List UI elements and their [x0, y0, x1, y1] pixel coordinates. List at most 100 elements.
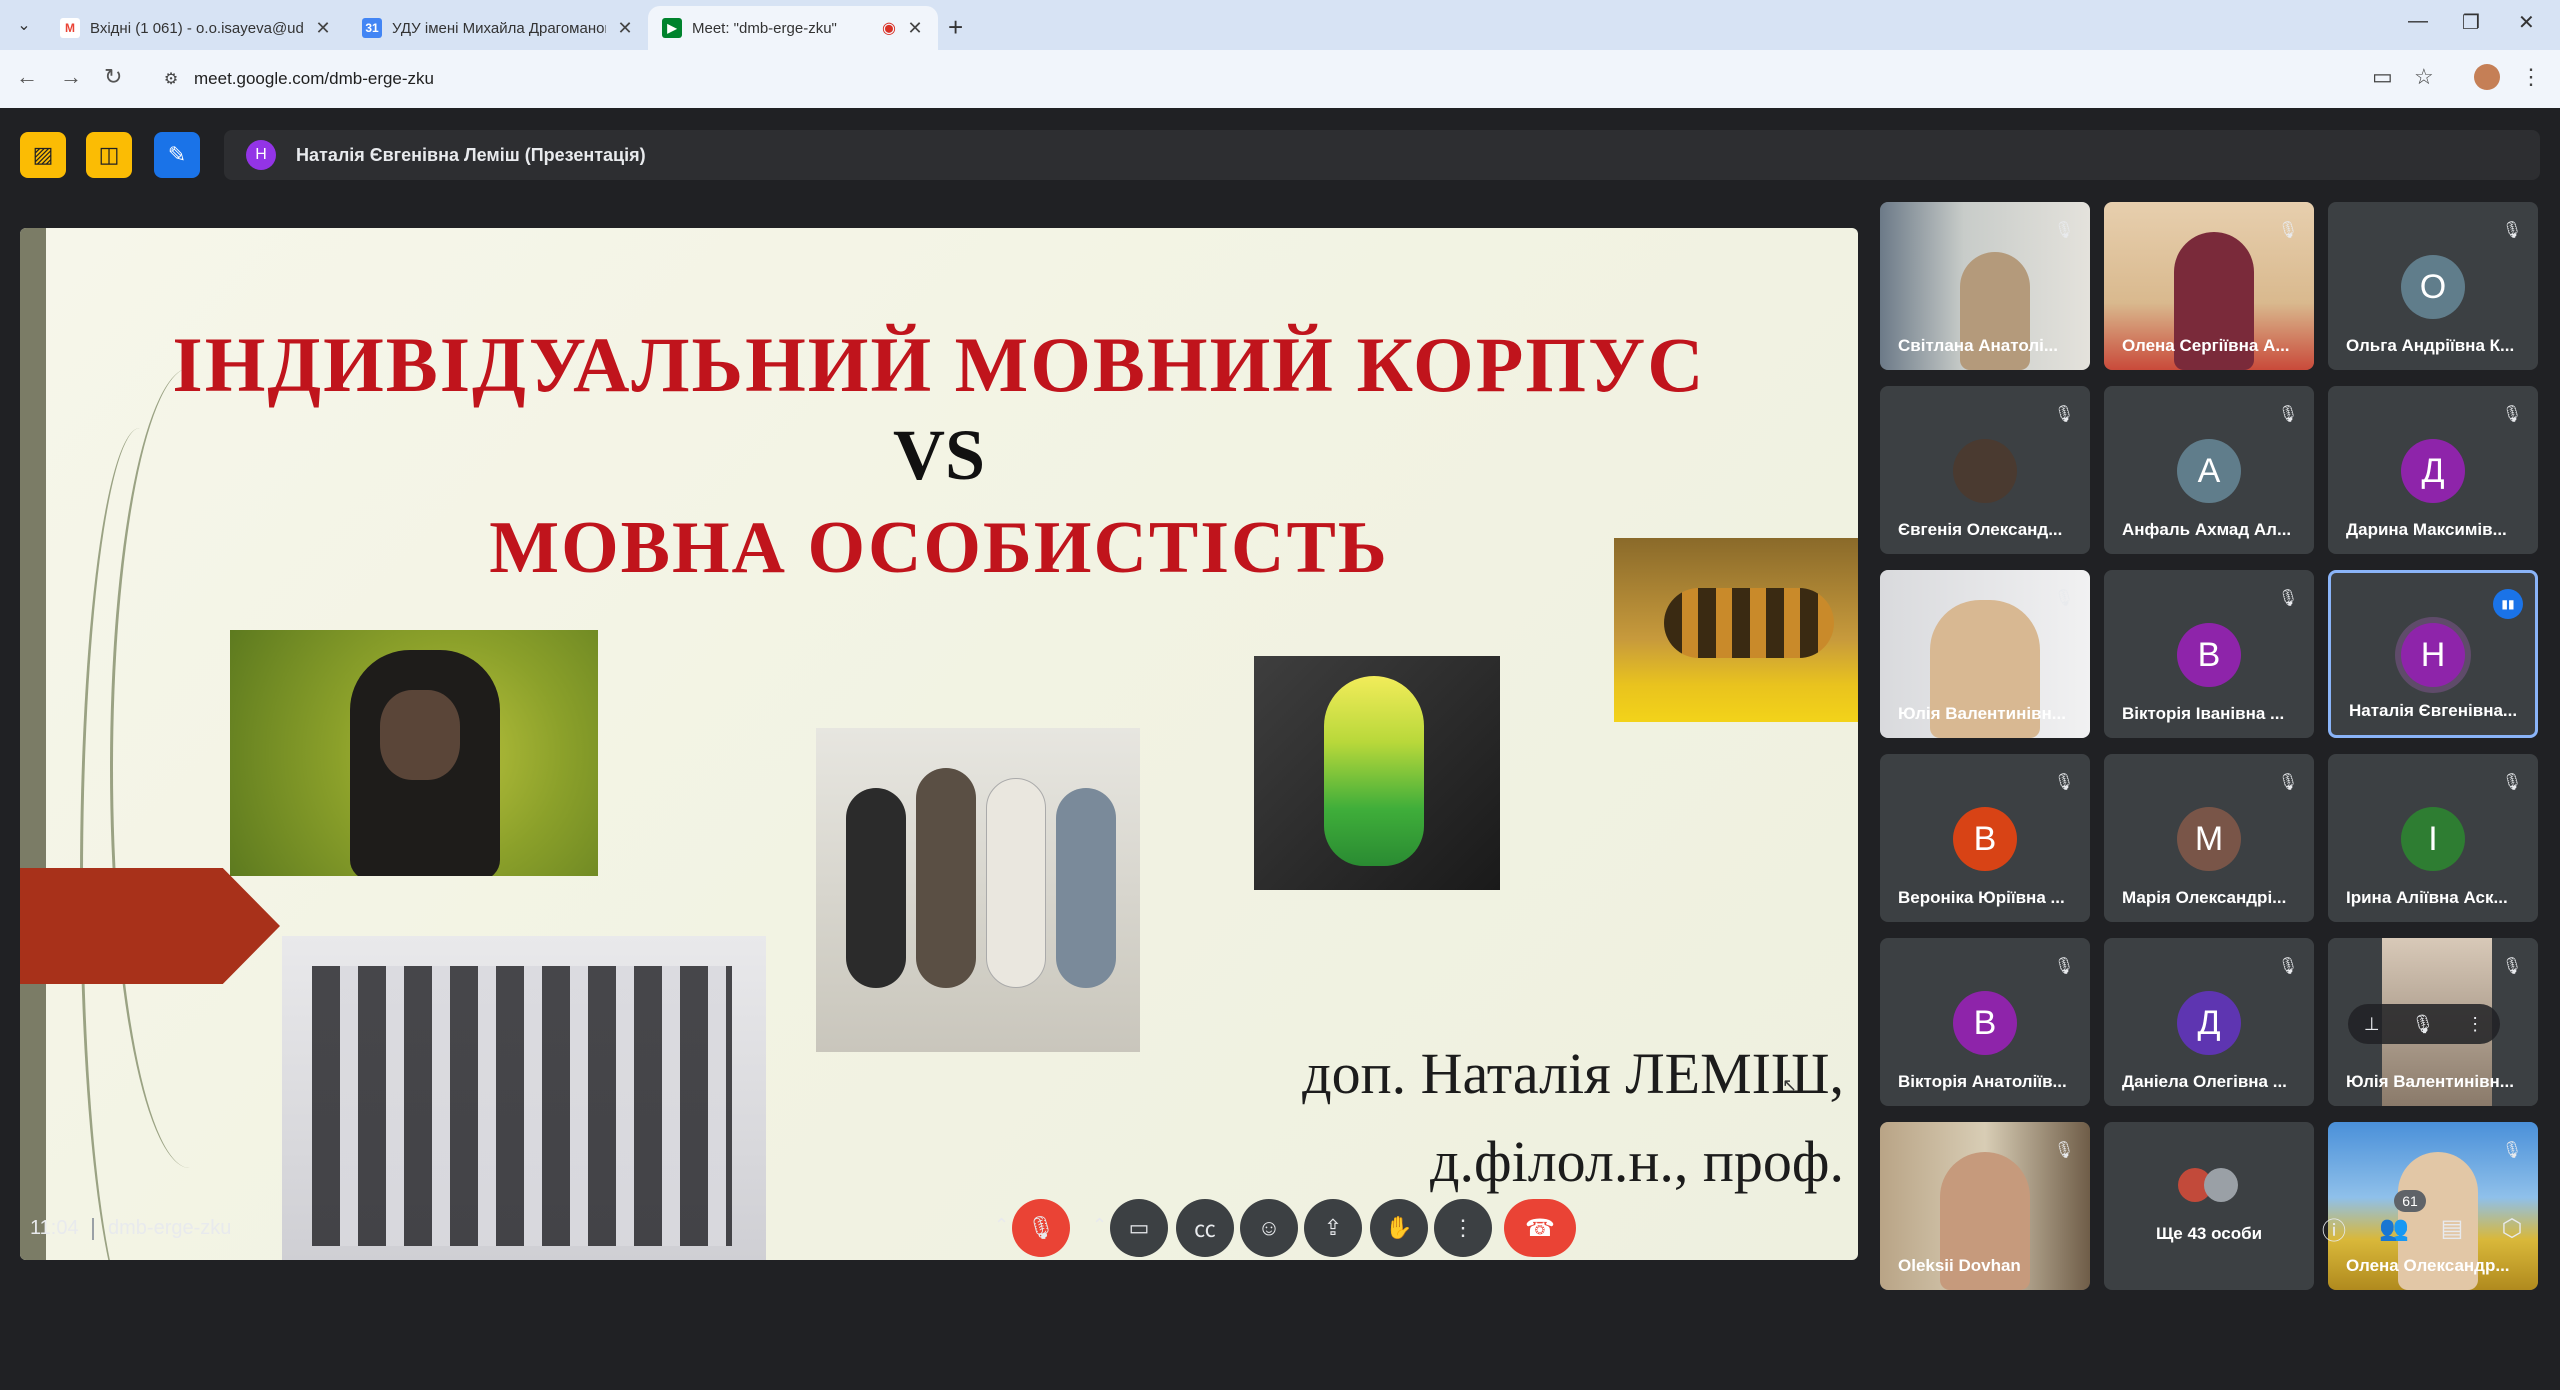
hide-presentation-icon[interactable]: ▨ [20, 132, 66, 178]
muted-mic-icon: 🎙 [2277, 406, 2299, 423]
minimize-icon[interactable]: — [2408, 10, 2428, 33]
close-window-icon[interactable]: ✕ [2518, 10, 2535, 35]
muted-mic-icon: 🎙 [2277, 590, 2299, 607]
reload-icon[interactable]: ↻ [104, 64, 122, 90]
tab-search-icon[interactable]: ⌄ [10, 12, 38, 38]
presentation-slide: ІНДИВІДУАЛЬНИЙ МОВНИЙ КОРПУС VS МОВНА ОС… [20, 228, 1858, 1260]
participant-name: Вікторія Анатоліїв... [1898, 1072, 2067, 1091]
browser-tabstrip: ⌄ M Вхідні (1 061) - o.o.isayeva@ud ✕ 31… [0, 0, 2560, 50]
participant-tile[interactable]: Д 🎙 Дарина Максимів... [2328, 386, 2538, 554]
muted-mic-icon: 🎙 [2501, 406, 2523, 423]
browser-tab-calendar[interactable]: 31 УДУ імені Михайла Драгоманова ✕ [348, 6, 648, 50]
muted-mic-icon: 🎙 [2501, 774, 2523, 791]
audio-settings-chevron-icon[interactable]: ⌃ [994, 1215, 1009, 1236]
bookmark-star-icon[interactable]: ☆ [2414, 64, 2434, 90]
meeting-info-icon[interactable]: ⓘ [2316, 1210, 2352, 1246]
participant-name: Анфаль Ахмад Ал... [2122, 520, 2292, 539]
browser-tab-gmail[interactable]: M Вхідні (1 061) - o.o.isayeva@ud ✕ [46, 6, 346, 50]
participant-name: Юлія Валентинівн... [2346, 1072, 2514, 1091]
participant-tile[interactable]: В 🎙 Вікторія Анатоліїв... [1880, 938, 2090, 1106]
captions-icon: ㏄ [1193, 1217, 1216, 1242]
browser-tab-meet[interactable]: ▶ Meet: "dmb-erge-zku" ◉ ✕ [648, 6, 938, 50]
boy-group-image [816, 728, 1140, 1052]
close-tab-icon[interactable]: ✕ [616, 18, 634, 39]
participant-mini-avatar [2204, 1168, 2238, 1202]
new-tab-icon[interactable]: + [948, 12, 963, 43]
restore-icon[interactable]: ❐ [2462, 10, 2480, 35]
participant-tile[interactable]: 🎙 Олена Сергіївна А... [2104, 202, 2314, 370]
present-button[interactable]: ⇪ [1304, 1199, 1362, 1257]
chat-icon[interactable]: ▤ [2434, 1210, 2470, 1246]
emoji-icon: ☺ [1257, 1215, 1281, 1240]
presenter-avatar: Н [246, 140, 276, 170]
profile-avatar[interactable] [2474, 64, 2500, 90]
tile-hover-controls: ⊥ 🎙 ⋮ [2348, 1004, 2500, 1044]
hang-up-icon: ☎ [1525, 1214, 1555, 1242]
muted-mic-icon: 🎙 [2277, 222, 2299, 239]
participant-name: Дарина Максимів... [2346, 520, 2507, 539]
participant-tile[interactable]: 🎙 Євгенія Олександ... [1880, 386, 2090, 554]
participant-name: Даніела Олегівна ... [2122, 1072, 2287, 1091]
divider [92, 1218, 94, 1240]
participant-tile[interactable]: 🎙 Юлія Валентинівн... [1880, 570, 2090, 738]
browser-menu-icon[interactable]: ⋮ [2520, 64, 2542, 90]
speaking-indicator-icon: ▮▮ [2493, 589, 2523, 619]
participant-tile[interactable]: М 🎙 Марія Олександрі... [2104, 754, 2314, 922]
participant-avatar: Д [2177, 991, 2241, 1055]
participant-name: Ірина Аліївна Аск... [2346, 888, 2508, 907]
close-tab-icon[interactable]: ✕ [314, 18, 332, 39]
slide-title-line1: ІНДИВІДУАЛЬНИЙ МОВНИЙ КОРПУС [172, 321, 1706, 408]
leave-call-button[interactable]: ☎ [1504, 1199, 1576, 1257]
more-options-icon[interactable]: ⋮ [2466, 1014, 2484, 1035]
participant-tile[interactable]: Д 🎙 Даніела Олегівна ... [2104, 938, 2314, 1106]
annotate-pen-icon[interactable]: ✎ [154, 132, 200, 178]
participant-avatar: А [2177, 439, 2241, 503]
forward-icon[interactable]: → [60, 64, 82, 90]
address-bar[interactable]: ⚙ meet.google.com/dmb-erge-zku [146, 58, 2436, 100]
participant-tile-speaking[interactable]: Н ▮▮ Наталія Євгенівна... [2328, 570, 2538, 738]
more-participants-label: Ще 43 особи [2155, 1224, 2263, 1243]
participant-photo-avatar [1953, 439, 2017, 503]
back-icon[interactable]: ← [16, 64, 38, 90]
activities-icon[interactable]: ⬡ [2494, 1210, 2530, 1246]
raise-hand-button[interactable]: ✋ [1370, 1199, 1428, 1257]
captions-button[interactable]: ㏄ [1176, 1199, 1234, 1257]
participant-tile[interactable]: 🎙 Світлана Анатолі... [1880, 202, 2090, 370]
participant-tile[interactable]: В 🎙 Вікторія Іванівна ... [2104, 570, 2314, 738]
presenter-bar: Н Наталія Євгенівна Леміш (Презентація) [224, 130, 2540, 180]
participant-tile[interactable]: 🎙 Олена Олександр... [2328, 1122, 2538, 1290]
participant-tile[interactable]: 🎙 Oleksii Dovhan [1880, 1122, 2090, 1290]
muted-mic-icon: 🎙 [2053, 406, 2075, 423]
bee-image [1614, 538, 1858, 722]
participant-tile[interactable]: В 🎙 Вероніка Юріївна ... [1880, 754, 2090, 922]
camera-button[interactable]: ▭ [1110, 1199, 1168, 1257]
layout-icon[interactable]: ◫ [86, 132, 132, 178]
participant-avatar: О [2401, 255, 2465, 319]
participant-avatar: В [1953, 991, 2017, 1055]
participant-tile[interactable]: ⊥ 🎙 ⋮ 🎙 Юлія Валентинівн... [2328, 938, 2538, 1106]
camera-indicator-icon[interactable]: ▭ [2372, 64, 2393, 90]
mic-off-button[interactable]: 🎙 [1012, 1199, 1070, 1257]
pin-icon[interactable]: ⊥ [2364, 1014, 2380, 1035]
recording-icon: ◉ [882, 20, 896, 37]
participant-tile[interactable]: І 🎙 Ірина Аліївна Аск... [2328, 754, 2538, 922]
participant-name: Олена Олександр... [2346, 1256, 2510, 1275]
more-options-button[interactable]: ⋮ [1434, 1199, 1492, 1257]
close-tab-icon[interactable]: ✕ [906, 18, 924, 39]
people-icon[interactable]: 👥 [2376, 1210, 2412, 1246]
more-participants-tile[interactable]: Ще 43 особи [2104, 1122, 2314, 1290]
tab-title: УДУ імені Михайла Драгоманова [392, 19, 606, 37]
slide-title-vs: VS [892, 415, 986, 495]
participant-tile[interactable]: А 🎙 Анфаль Ахмад Ал... [2104, 386, 2314, 554]
tab-title: Meet: "dmb-erge-zku" [692, 19, 837, 37]
slide-author-line1: доп. Наталія ЛЕМІШ, [1302, 1041, 1844, 1106]
muted-mic-icon: 🎙 [2501, 1142, 2523, 1159]
calendar-icon: 31 [362, 18, 382, 38]
reactions-button[interactable]: ☺ [1240, 1199, 1298, 1257]
url-text: meet.google.com/dmb-erge-zku [194, 69, 435, 88]
muted-mic-icon[interactable]: 🎙 [2411, 1014, 2434, 1035]
participant-name: Вероніка Юріївна ... [1898, 888, 2065, 907]
site-info-icon[interactable]: ⚙ [160, 68, 182, 90]
video-settings-chevron-icon[interactable]: ⌃ [1092, 1215, 1107, 1236]
participant-tile[interactable]: О 🎙 Ольга Андріївна К... [2328, 202, 2538, 370]
